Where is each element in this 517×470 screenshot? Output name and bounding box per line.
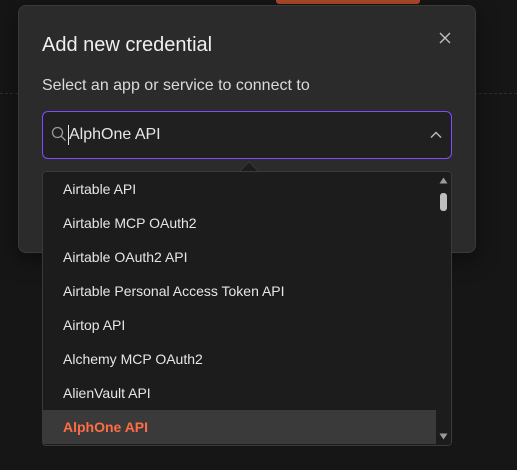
scroll-up-arrow-icon[interactable] xyxy=(439,176,448,185)
scroll-down-arrow-icon[interactable] xyxy=(439,432,448,441)
scrollbar-thumb[interactable] xyxy=(440,193,447,211)
dropdown-scrollbar[interactable] xyxy=(436,172,451,445)
app-dropdown-list: Airtable API Airtable MCP OAuth2 Airtabl… xyxy=(42,171,452,446)
close-button[interactable] xyxy=(437,30,453,46)
dropdown-option[interactable]: AlienVault API xyxy=(43,376,436,410)
page: Add new credential Select an app or serv… xyxy=(0,0,517,470)
dropdown-option[interactable]: Airtable Personal Access Token API xyxy=(43,274,436,308)
dropdown-option-selected[interactable]: AlphOne API xyxy=(43,410,436,444)
dropdown-option[interactable]: Airtable MCP OAuth2 xyxy=(43,206,436,240)
top-accent-bar xyxy=(276,0,420,4)
dropdown-option[interactable]: Airtable OAuth2 API xyxy=(43,240,436,274)
modal-subtitle: Select an app or service to connect to xyxy=(42,77,310,94)
dropdown-options: Airtable API Airtable MCP OAuth2 Airtabl… xyxy=(43,172,436,444)
app-search-input[interactable] xyxy=(69,124,409,146)
modal-title: Add new credential xyxy=(42,34,213,56)
dropdown-option[interactable]: Airtable API xyxy=(43,172,436,206)
close-icon xyxy=(439,32,451,44)
app-service-select[interactable] xyxy=(42,111,452,159)
dropdown-option[interactable]: Airtop API xyxy=(43,308,436,342)
search-icon xyxy=(51,126,66,141)
dropdown-option[interactable]: Alchemy MCP OAuth2 xyxy=(43,342,436,376)
chevron-up-icon[interactable] xyxy=(429,128,443,142)
